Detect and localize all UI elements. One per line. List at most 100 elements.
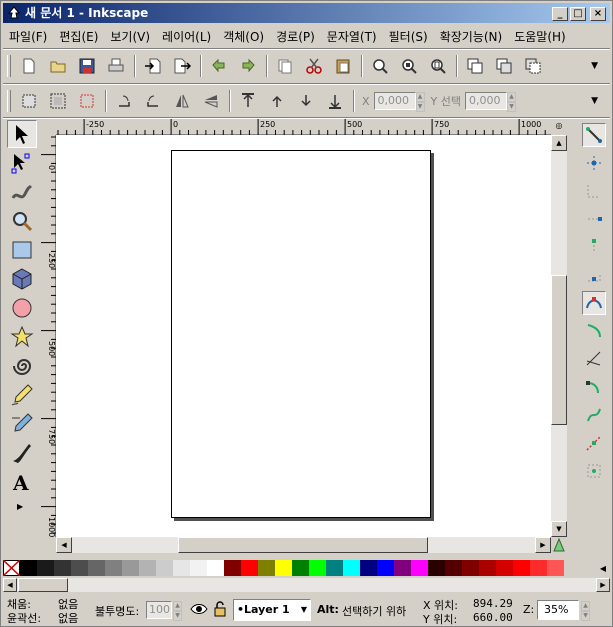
save-icon[interactable] (75, 54, 99, 78)
spin-down-icon[interactable]: ▼ (173, 611, 182, 621)
color-swatch[interactable] (292, 560, 309, 576)
node-tool-icon[interactable] (7, 149, 37, 177)
spin-up-icon[interactable]: ▲ (173, 601, 182, 611)
select-all-layers-icon[interactable] (46, 89, 70, 113)
menu-extensions[interactable]: 확장기능(N) (440, 28, 503, 45)
lower-icon[interactable] (294, 89, 318, 113)
text-tool-icon[interactable]: A (7, 468, 37, 496)
zoom-field[interactable]: 35% (537, 600, 579, 620)
scroll-up-icon[interactable]: ▲ (551, 135, 567, 151)
snap-smooth-icon[interactable] (582, 403, 606, 427)
undo-icon[interactable] (207, 54, 231, 78)
menu-help[interactable]: 도움말(H) (514, 28, 566, 45)
color-swatch[interactable] (258, 560, 275, 576)
palette-scroll-thumb[interactable] (18, 578, 68, 592)
spin-down-icon[interactable]: ▼ (507, 102, 517, 112)
menu-object[interactable]: 객체(O) (223, 28, 264, 45)
snap-bbox-corner-icon[interactable] (582, 207, 606, 231)
export-icon[interactable] (170, 54, 194, 78)
rectangle-tool-icon[interactable] (7, 236, 37, 264)
open-icon[interactable] (46, 54, 70, 78)
scroll-down-icon[interactable]: ▼ (551, 521, 567, 537)
no-paint-swatch[interactable] (3, 560, 20, 576)
snap-path-icon[interactable] (582, 319, 606, 343)
color-swatch[interactable] (37, 560, 54, 576)
ellipse-tool-icon[interactable] (7, 294, 37, 322)
color-swatch[interactable] (207, 560, 224, 576)
color-swatch[interactable] (496, 560, 513, 576)
color-swatch[interactable] (360, 560, 377, 576)
snap-center-icon[interactable] (582, 263, 606, 287)
vertical-scroll-thumb[interactable] (551, 275, 567, 425)
copy-icon[interactable] (273, 54, 297, 78)
color-swatch[interactable] (241, 560, 258, 576)
menu-text[interactable]: 문자열(T) (327, 28, 377, 45)
clone-icon[interactable] (492, 54, 516, 78)
rotate-ccw-icon[interactable] (112, 89, 136, 113)
snap-nodes-icon[interactable] (582, 291, 606, 315)
palette-menu-icon[interactable]: ◀ (596, 564, 610, 573)
snap-object-center-icon[interactable] (582, 459, 606, 483)
color-swatch[interactable] (411, 560, 428, 576)
deselect-icon[interactable] (75, 89, 99, 113)
scroll-right-icon[interactable]: ▶ (535, 537, 551, 553)
menu-view[interactable]: 보기(V) (110, 28, 150, 45)
zoom-page-icon[interactable] (426, 54, 450, 78)
rotate-cw-icon[interactable] (141, 89, 165, 113)
toolbox-expand-icon[interactable]: ▶ (17, 502, 41, 511)
close-button[interactable]: × (590, 7, 606, 21)
color-swatch[interactable] (71, 560, 88, 576)
color-swatch[interactable] (479, 560, 496, 576)
star-tool-icon[interactable] (7, 323, 37, 351)
lower-to-bottom-icon[interactable] (323, 89, 347, 113)
color-swatch[interactable] (275, 560, 292, 576)
color-swatch[interactable] (445, 560, 462, 576)
snap-cusp-icon[interactable] (582, 375, 606, 399)
select-all-icon[interactable] (17, 89, 41, 113)
minimize-button[interactable]: _ (552, 7, 568, 21)
color-swatch[interactable] (326, 560, 343, 576)
snap-bbox-icon[interactable] (582, 151, 606, 175)
color-swatch[interactable] (343, 560, 360, 576)
flip-horizontal-icon[interactable] (170, 89, 194, 113)
y-coordinate-field[interactable]: 0,000 (465, 92, 508, 110)
unlink-clone-icon[interactable] (521, 54, 545, 78)
raise-icon[interactable] (265, 89, 289, 113)
document-page[interactable] (171, 150, 431, 518)
color-swatch[interactable] (547, 560, 564, 576)
color-swatch[interactable] (309, 560, 326, 576)
palette-scroll-right-icon[interactable]: ▶ (596, 578, 610, 592)
zoom-spinner[interactable]: ▲ ▼ (581, 601, 590, 621)
color-swatch[interactable] (156, 560, 173, 576)
snap-midpoint-icon[interactable] (582, 431, 606, 455)
snap-toggle-icon[interactable] (582, 123, 606, 147)
snap-intersection-icon[interactable] (582, 347, 606, 371)
stroke-value[interactable]: 없음 (58, 610, 78, 626)
calligraphy-tool-icon[interactable] (7, 439, 37, 467)
opacity-field[interactable]: 100 (146, 601, 172, 619)
snap-bbox-midpoint-icon[interactable] (582, 235, 606, 259)
scroll-left-icon[interactable]: ◀ (56, 537, 72, 553)
toolbar-grip[interactable] (7, 90, 11, 112)
spin-down-icon[interactable]: ▼ (415, 102, 425, 112)
y-spinner[interactable]: ▲ ▼ (507, 92, 517, 112)
cut-icon[interactable] (302, 54, 326, 78)
color-swatch[interactable] (530, 560, 547, 576)
new-document-icon[interactable] (17, 54, 41, 78)
pencil-tool-icon[interactable] (7, 381, 37, 409)
3d-box-tool-icon[interactable] (7, 265, 37, 293)
color-swatch[interactable] (173, 560, 190, 576)
menu-file[interactable]: 파일(F) (9, 28, 47, 45)
color-swatch[interactable] (105, 560, 122, 576)
spiral-tool-icon[interactable] (7, 352, 37, 380)
menu-filters[interactable]: 필터(S) (389, 28, 428, 45)
zoom-tool-icon[interactable] (7, 207, 37, 235)
color-swatch[interactable] (20, 560, 37, 576)
zoom-drawing-icon[interactable] (397, 54, 421, 78)
color-swatch[interactable] (88, 560, 105, 576)
spin-up-icon[interactable]: ▲ (581, 601, 590, 611)
color-management-icon[interactable] (551, 537, 567, 553)
toolbar-overflow-icon[interactable]: ▼ (591, 61, 598, 71)
x-coordinate-field[interactable]: 0,000 (373, 92, 416, 110)
menu-path[interactable]: 경로(P) (276, 28, 315, 45)
